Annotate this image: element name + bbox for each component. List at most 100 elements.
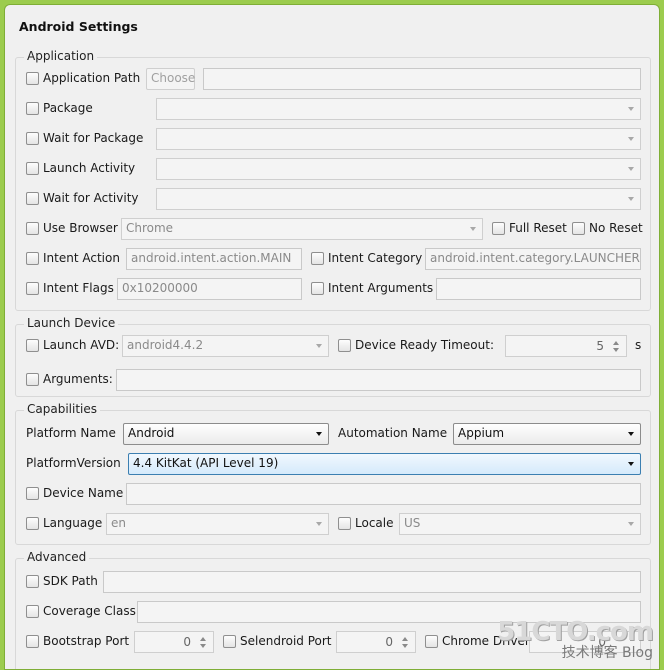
language-combo[interactable]: en — [106, 513, 329, 535]
wait-package-checkbox[interactable] — [26, 132, 39, 145]
device-ready-timeout-checkbox[interactable] — [338, 339, 351, 352]
platform-name-combo[interactable]: Android — [123, 423, 329, 445]
intent-arguments-label: Intent Arguments — [328, 281, 434, 295]
bootstrap-port-value: 0 — [183, 635, 191, 649]
selendroid-port-label: Selendroid Port — [240, 634, 332, 648]
language-label: Language — [43, 516, 103, 530]
arguments-checkbox[interactable] — [26, 373, 39, 386]
chrome-driver-checkbox[interactable] — [425, 635, 438, 648]
intent-arguments-checkbox[interactable] — [311, 282, 324, 295]
platform-version-label: PlatformVersion — [26, 456, 121, 470]
launch-activity-combo[interactable] — [156, 158, 641, 180]
device-name-checkbox[interactable] — [26, 487, 39, 500]
no-reset-checkbox[interactable] — [572, 222, 585, 235]
advanced-group: Advanced SDK Path Coverage Class Bootstr… — [15, 550, 651, 669]
use-browser-checkbox[interactable] — [26, 222, 39, 235]
chrome-driver-stepper[interactable]: 0 — [529, 631, 641, 653]
chevron-down-icon — [628, 522, 634, 526]
android-settings-window: Android Settings Application Application… — [4, 4, 660, 670]
package-checkbox[interactable] — [26, 102, 39, 115]
intent-category-field[interactable]: android.intent.category.LAUNCHER — [425, 248, 641, 270]
coverage-class-checkbox[interactable] — [26, 605, 39, 618]
spin-up-icon[interactable] — [200, 637, 206, 641]
timeout-value: 5 — [596, 339, 604, 353]
chevron-down-icon — [470, 227, 476, 231]
sdk-path-label: SDK Path — [43, 574, 98, 588]
chrome-driver-value: 0 — [598, 635, 606, 649]
device-name-field[interactable] — [126, 483, 641, 505]
arguments-field[interactable] — [116, 369, 641, 391]
launch-device-group-title: Launch Device — [24, 316, 119, 330]
launch-activity-label: Launch Activity — [43, 161, 136, 175]
chevron-down-icon — [628, 462, 634, 466]
spin-down-icon[interactable] — [613, 348, 619, 352]
wait-package-combo[interactable] — [156, 128, 641, 150]
browser-combo[interactable]: Chrome — [121, 218, 483, 240]
coverage-class-field[interactable] — [137, 601, 641, 623]
arguments-label: Arguments: — [43, 372, 113, 386]
package-combo[interactable] — [156, 98, 641, 120]
application-group-title: Application — [24, 49, 98, 63]
chrome-driver-label: Chrome Driver — [442, 634, 530, 648]
intent-flags-checkbox[interactable] — [26, 282, 39, 295]
locale-label: Locale — [355, 516, 394, 530]
wait-activity-combo[interactable] — [156, 188, 641, 210]
chevron-down-icon — [628, 107, 634, 111]
chevron-down-icon — [628, 167, 634, 171]
automation-name-combo[interactable]: Appium — [453, 423, 641, 445]
automation-name-label: Automation Name — [338, 426, 448, 440]
device-name-label: Device Name — [43, 486, 124, 500]
avd-combo[interactable]: android4.4.2 — [122, 335, 329, 357]
application-group: Application Application Path Choose Pack… — [15, 49, 651, 311]
platform-version-combo[interactable]: 4.4 KitKat (API Level 19) — [128, 453, 641, 475]
application-path-checkbox[interactable] — [26, 72, 39, 85]
selendroid-port-stepper[interactable]: 0 — [336, 631, 416, 653]
platform-name-label: Platform Name — [26, 426, 116, 440]
automation-name-value: Appium — [458, 426, 505, 440]
choose-button[interactable]: Choose — [146, 68, 195, 90]
full-reset-checkbox[interactable] — [492, 222, 505, 235]
language-value: en — [111, 516, 126, 530]
locale-checkbox[interactable] — [338, 517, 351, 530]
locale-value: US — [404, 516, 421, 530]
chevron-down-icon — [316, 344, 322, 348]
intent-flags-field[interactable]: 0x10200000 — [117, 278, 302, 300]
selendroid-port-checkbox[interactable] — [223, 635, 236, 648]
intent-arguments-field[interactable] — [436, 278, 641, 300]
no-reset-label: No Reset — [589, 221, 643, 235]
launch-activity-checkbox[interactable] — [26, 162, 39, 175]
capabilities-group-title: Capabilities — [24, 402, 100, 416]
bootstrap-port-label: Bootstrap Port — [43, 634, 130, 648]
application-path-field[interactable] — [203, 68, 641, 90]
chevron-down-icon — [316, 522, 322, 526]
wait-activity-checkbox[interactable] — [26, 192, 39, 205]
wait-activity-label: Wait for Activity — [43, 191, 139, 205]
chevron-down-icon — [316, 432, 322, 436]
bootstrap-port-stepper[interactable]: 0 — [134, 631, 214, 653]
bootstrap-port-checkbox[interactable] — [26, 635, 39, 648]
chevron-down-icon — [628, 197, 634, 201]
spin-down-icon[interactable] — [402, 644, 408, 648]
launch-avd-checkbox[interactable] — [26, 339, 39, 352]
window-title: Android Settings — [19, 19, 138, 34]
device-ready-timeout-stepper[interactable]: 5 — [505, 335, 627, 357]
intent-category-checkbox[interactable] — [311, 252, 324, 265]
chevron-down-icon — [628, 137, 634, 141]
advanced-group-title: Advanced — [24, 550, 90, 564]
timeout-unit: s — [635, 338, 642, 352]
spin-down-icon[interactable] — [200, 644, 206, 648]
selendroid-port-value: 0 — [385, 635, 393, 649]
use-browser-label: Use Browser — [43, 221, 118, 235]
coverage-class-label: Coverage Class — [43, 604, 136, 618]
sdk-path-field[interactable] — [103, 571, 641, 593]
intent-action-field[interactable]: android.intent.action.MAIN — [126, 248, 302, 270]
locale-combo[interactable]: US — [399, 513, 641, 535]
sdk-path-checkbox[interactable] — [26, 575, 39, 588]
intent-action-checkbox[interactable] — [26, 252, 39, 265]
language-checkbox[interactable] — [26, 517, 39, 530]
spin-up-icon[interactable] — [402, 637, 408, 641]
application-path-label: Application Path — [43, 71, 141, 85]
spin-up-icon[interactable] — [613, 341, 619, 345]
wait-package-label: Wait for Package — [43, 131, 144, 145]
browser-value: Chrome — [126, 221, 174, 235]
